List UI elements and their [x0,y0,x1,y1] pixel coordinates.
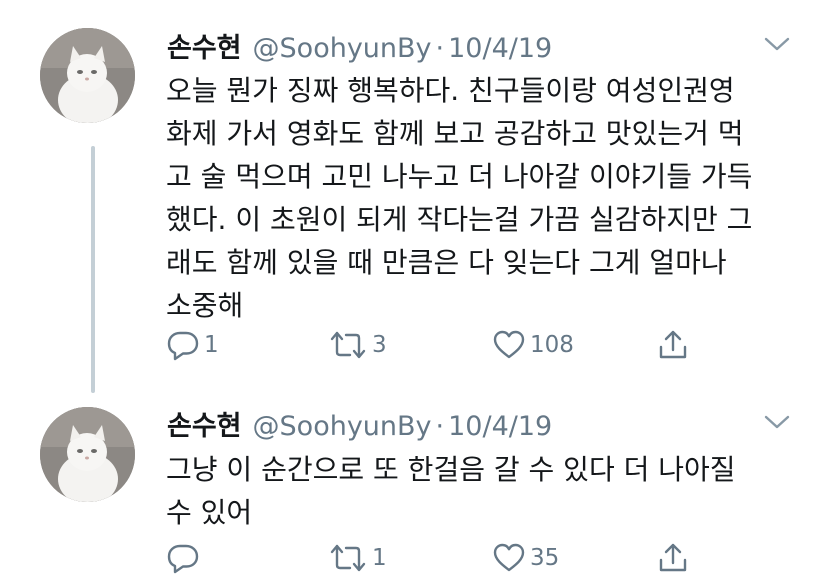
display-name[interactable]: 손수현 [167,26,242,65]
retweet-count: 1 [372,545,387,571]
heart-icon [493,543,525,572]
tweet-text: 그냥 이 순간으로 또 한걸음 갈 수 있다 더 나아질 수 있어 [166,453,736,529]
like-button[interactable]: 35 [492,540,559,576]
separator-dot: · [435,33,445,64]
chevron-down-icon[interactable] [764,414,790,430]
user-handle[interactable]: @SoohyunBy [253,411,432,442]
tweet[interactable]: 손수현 @SoohyunBy · 10/4/19 그냥 이 순간으로 또 한걸음… [0,385,828,588]
user-handle[interactable]: @SoohyunBy [253,33,432,64]
cat-avatar-image [40,28,135,123]
retweet-button[interactable]: 1 [328,540,387,576]
reply-icon [167,331,199,361]
thread-connector-line [91,146,95,393]
display-name[interactable]: 손수현 [167,404,242,443]
share-button[interactable] [656,540,690,576]
retweet-icon [330,331,366,359]
like-count: 108 [530,332,574,358]
avatar[interactable] [40,407,135,502]
retweet-button[interactable]: 3 [328,327,387,363]
cat-avatar-image [40,407,135,502]
tweet-date[interactable]: 10/4/19 [448,33,552,64]
share-icon [659,543,687,572]
like-button[interactable]: 108 [492,327,574,363]
share-button[interactable] [656,327,690,363]
chevron-down-icon[interactable] [764,36,790,52]
heart-icon [493,330,525,359]
reply-count: 1 [204,332,219,358]
tweet[interactable]: 손수현 @SoohyunBy · 10/4/19 오늘 뭔가 징짜 행복하다. … [0,0,828,393]
reply-icon [167,544,199,574]
separator-dot: · [435,411,445,442]
avatar[interactable] [40,28,135,123]
tweet-header: 손수현 @SoohyunBy · 10/4/19 [167,404,552,443]
tweet-date[interactable]: 10/4/19 [448,411,552,442]
reply-button[interactable] [166,540,204,576]
share-icon [659,330,687,359]
tweet-header: 손수현 @SoohyunBy · 10/4/19 [167,26,552,65]
retweet-count: 3 [372,332,387,358]
retweet-icon [330,544,366,572]
reply-button[interactable]: 1 [166,327,219,363]
tweet-text: 오늘 뭔가 징짜 행복하다. 친구들이랑 여성인권영 화제 가서 영화도 함께 … [166,74,753,322]
like-count: 35 [530,545,560,571]
